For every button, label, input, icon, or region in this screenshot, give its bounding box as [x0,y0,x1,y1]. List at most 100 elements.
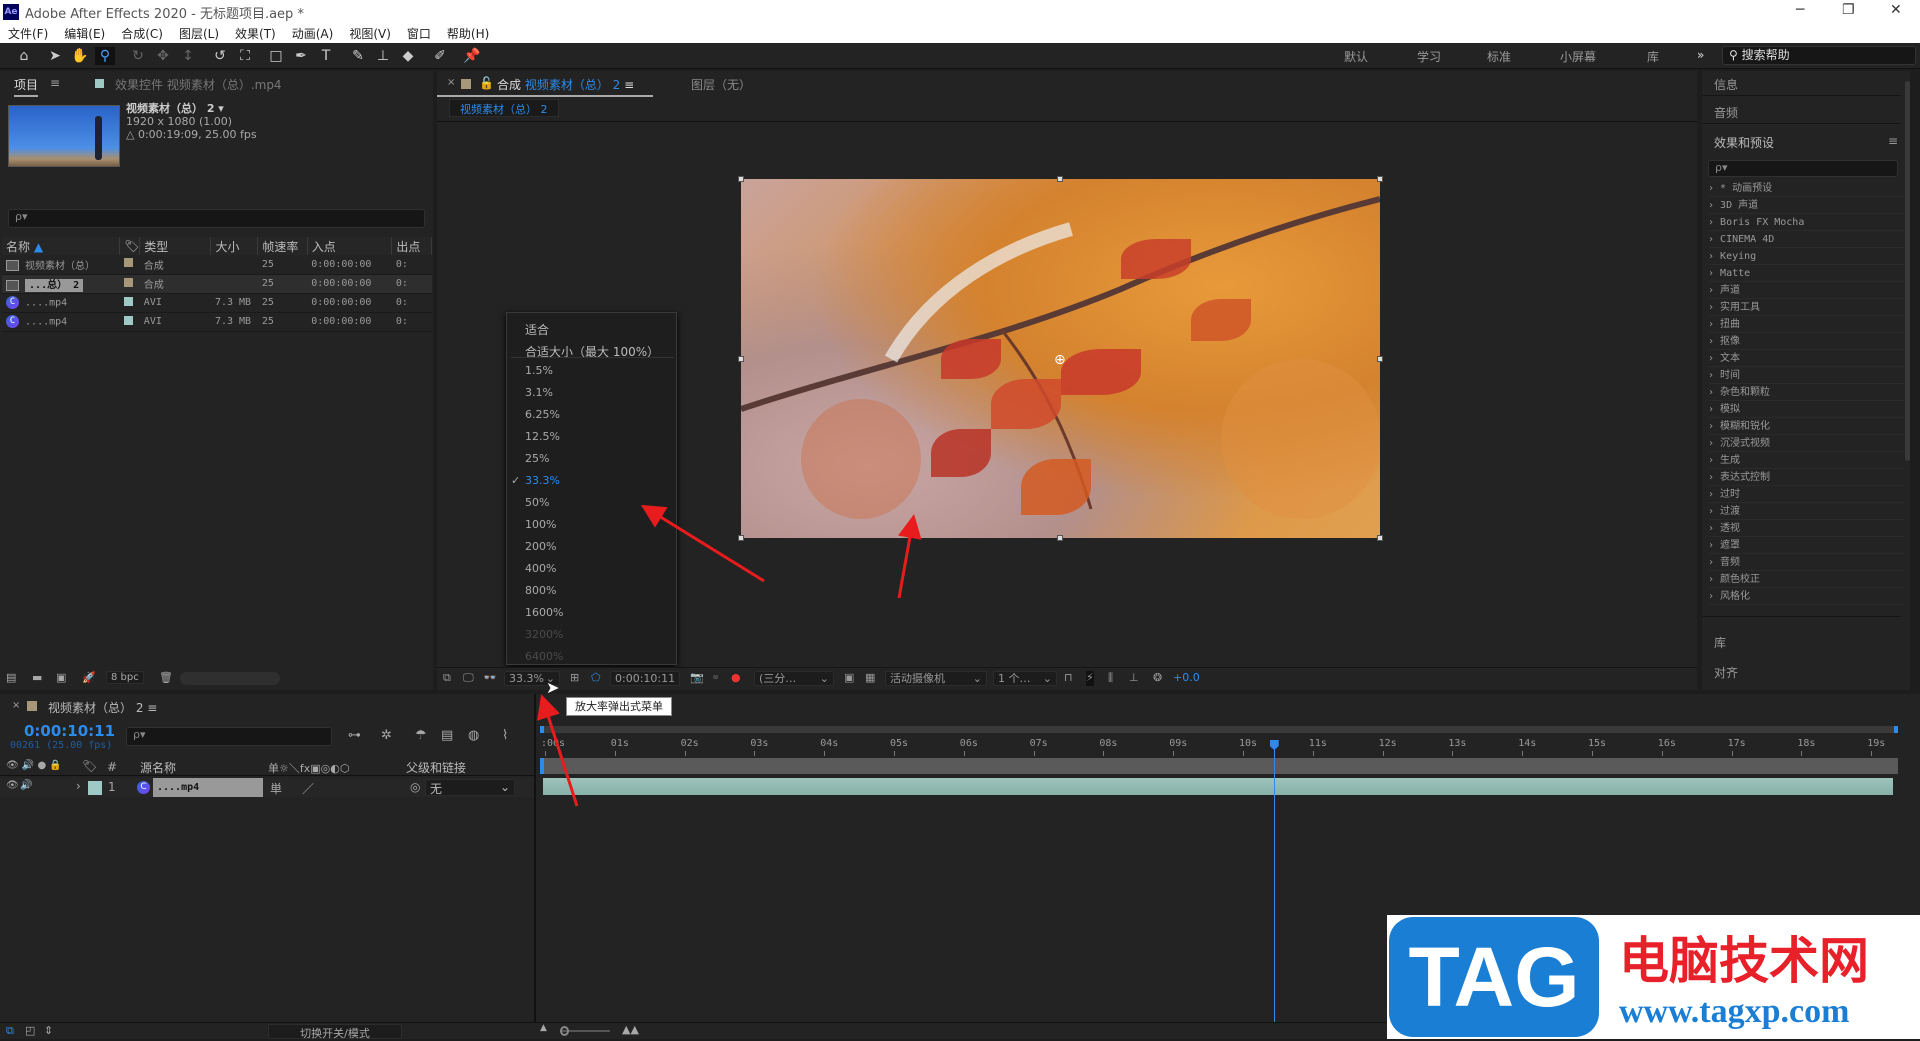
label-swatch[interactable] [123,315,133,325]
effects-category[interactable]: › 模糊和锐化 [1708,419,1904,435]
transform-handle[interactable] [1057,176,1063,182]
restore-button[interactable]: ❐ [1842,2,1855,18]
puppet-pin-icon[interactable]: 📌 [462,47,482,65]
close-tab-icon[interactable]: × [447,77,455,88]
toggle-switches-modes-button[interactable]: 切换开关/模式 [268,1024,402,1040]
col-parent-link[interactable]: 父级和链接 [406,759,466,776]
visibility-icon[interactable]: 👁 [6,780,19,791]
effects-category[interactable]: › 音频 [1708,555,1904,571]
rectangle-tool-icon[interactable]: □ [266,47,286,65]
panel-menu-icon[interactable]: ≡ [1888,134,1898,148]
resolution-dropdown[interactable]: (三分… ⌄ [754,671,834,686]
col-name[interactable]: 名称 ▲ [2,237,121,255]
zoom-out-icon[interactable]: ▲ [540,1023,547,1033]
zoom-option[interactable]: 1.5% [525,364,553,377]
col-type[interactable]: 类型 [139,237,212,255]
effects-category[interactable]: › Boris FX Mocha [1708,215,1904,231]
mask-visibility-icon[interactable]: 👓 [483,671,497,686]
mask-path-icon[interactable]: ⬠ [591,671,601,686]
zoom-option[interactable]: 400% [525,562,556,575]
flowchart-icon[interactable]: ⊥ [1129,671,1139,686]
workspace-learn[interactable]: 学习 [1417,48,1441,65]
effects-category[interactable]: › 声道 [1708,283,1904,299]
menu-window[interactable]: 窗口 [407,25,431,42]
col-label-icon[interactable]: 🏷 [119,237,141,255]
menu-edit[interactable]: 编辑(E) [64,25,105,42]
always-preview-icon[interactable]: ⧉ [443,671,451,686]
panel-effects-presets[interactable]: 效果和预设 [1714,134,1774,151]
zoom-option[interactable]: 6.25% [525,408,560,421]
effects-category[interactable]: › 颜色校正 [1708,572,1904,588]
new-composition-icon[interactable]: ▣ [56,671,66,684]
transform-handle[interactable] [738,535,744,541]
render-queue-icon[interactable]: 🚀 [82,671,96,684]
pickwhip-icon[interactable]: ◎ [410,780,420,794]
new-folder-icon[interactable]: ▬ [32,671,42,684]
workspace-more-icon[interactable]: » [1697,48,1704,62]
zoom-slider-thumb[interactable] [560,1026,569,1036]
timeline-search-input[interactable]: ρ▾ [126,727,332,746]
grid-guides-icon[interactable]: ⊞ [570,671,579,686]
effects-category[interactable]: › Keying [1708,249,1904,265]
composition-flowchart-icon[interactable]: ⊶ [348,728,361,743]
orbit-tool-icon[interactable]: ↻ [128,47,148,65]
current-time-display[interactable]: 0:00:10:11 [24,722,115,740]
zoom-option[interactable]: 3.1% [525,386,553,399]
effects-category[interactable]: › 沉浸式视频 [1708,436,1904,452]
comp-breadcrumb[interactable]: 视频素材（总） 2 [449,99,559,117]
panel-menu-icon[interactable]: ≡ [50,76,60,90]
layer-duration-bar[interactable] [543,778,1893,795]
effects-category[interactable]: › 过渡 [1708,504,1904,520]
minimize-button[interactable]: ─ [1796,2,1804,18]
exposure-value[interactable]: +0.0 [1173,671,1200,686]
zoom-option[interactable]: 6400% [525,650,563,663]
workspace-library[interactable]: 库 [1647,48,1659,65]
col-source-name[interactable]: 源名称 [140,759,176,776]
effects-category[interactable]: › 时间 [1708,368,1904,384]
motion-blur-icon[interactable]: ◍ [468,728,479,743]
frame-blending-icon[interactable]: ▤ [441,728,453,743]
layer-switches-toggle-icon[interactable]: ⧉ [6,1024,14,1038]
effects-category[interactable]: › * 动画预设 [1708,181,1904,197]
text-tool-icon[interactable]: T [316,47,336,65]
transform-handle[interactable] [738,176,744,182]
channel-icon[interactable]: ● [731,671,741,686]
selection-tool-icon[interactable]: ➤ [45,47,65,65]
menu-composition[interactable]: 合成(C) [121,25,163,42]
workspace-default[interactable]: 默认 [1344,48,1368,65]
table-row[interactable]: ...总） 2 合成 25 0:00:00:00 0: [2,274,432,294]
pan-tool-icon[interactable]: ✥ [153,47,173,65]
panel-align[interactable]: 对齐 [1714,664,1738,681]
hand-tool-icon[interactable]: ✋ [70,47,90,65]
panel-audio[interactable]: 音频 [1714,104,1738,121]
parent-dropdown[interactable]: 无 ⌄ [425,779,515,796]
effects-scrollbar[interactable] [1905,81,1910,461]
effects-category[interactable]: › 实用工具 [1708,300,1904,316]
workspace-standard[interactable]: 标准 [1487,48,1511,65]
clone-stamp-icon[interactable]: ⊥ [373,47,393,65]
current-time-field[interactable]: 0:00:10:11 [610,671,681,686]
fast-previews-icon[interactable]: ⚡ [1086,671,1094,686]
effects-category[interactable]: › 抠像 [1708,334,1904,350]
col-out[interactable]: 出点 [391,237,432,255]
shy-switch-icon[interactable]: 単 [270,780,282,797]
table-row[interactable]: C ....mp4 AVI 7.3 MB 25 0:00:00:00 0: [2,312,432,332]
effects-category[interactable]: › 风格化 [1708,589,1904,605]
layer-name[interactable]: ....mp4 [153,778,263,797]
eraser-tool-icon[interactable]: ◆ [398,47,418,65]
menu-help[interactable]: 帮助(H) [447,25,489,42]
effects-category[interactable]: › 文本 [1708,351,1904,367]
close-tab-icon[interactable]: × [12,700,20,711]
col-fps[interactable]: 帧速率 [257,237,308,255]
graph-editor-icon[interactable]: ⌇ [502,728,508,743]
dolly-tool-icon[interactable]: ↕ [178,47,198,65]
panel-library[interactable]: 库 [1714,634,1726,651]
trash-icon[interactable]: 🗑 [159,671,173,684]
effects-category[interactable]: › 3D 声道 [1708,198,1904,214]
rotate-tool-icon[interactable]: ↺ [210,47,230,65]
close-button[interactable]: ✕ [1890,2,1902,18]
zoom-option[interactable]: 12.5% [525,430,560,443]
effects-search-input[interactable]: ρ▾ [1708,160,1898,177]
effects-category[interactable]: › 模拟 [1708,402,1904,418]
item-name[interactable]: 视频素材（总） 2 ▾ [126,102,257,115]
